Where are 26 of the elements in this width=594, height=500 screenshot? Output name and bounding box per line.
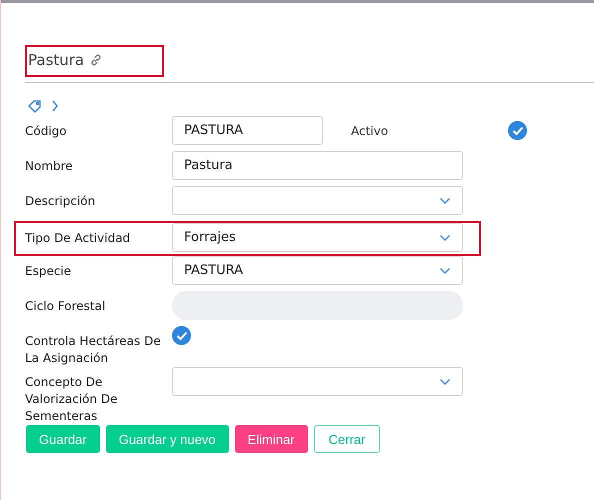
chevron-down-icon [439,378,451,386]
chevron-down-icon [439,266,451,274]
page-title: Pastura [28,51,84,69]
field-label: Controla Hectáreas De La Asignación [25,333,162,367]
field-label: Concepto De Valorización De Sementeras [25,374,119,425]
checkmark-icon [176,330,188,340]
dropdown-field[interactable]: Forrajes [172,223,463,252]
checkmark-icon [512,126,524,136]
field-label: Nombre [25,158,74,175]
text-field[interactable]: Pastura [172,151,463,180]
checkbox[interactable] [508,121,527,140]
field-label: Tipo De Actividad [25,230,132,247]
field-label: Activo [351,124,390,138]
tag-icon[interactable] [27,99,43,113]
chevron-down-icon [439,234,451,242]
field-label: Descripción [25,193,96,210]
chevron-right-icon[interactable] [51,99,59,113]
field-label: Código [25,123,68,140]
field-label: Ciclo Forestal [25,298,106,315]
text-field[interactable]: PASTURA [172,116,323,145]
checkbox[interactable] [172,326,191,345]
dropdown-field[interactable] [172,367,463,396]
field-label: Especie [25,263,72,280]
dropdown-field[interactable]: PASTURA [172,256,463,285]
dropdown-field[interactable] [172,186,463,215]
chevron-down-icon [439,196,451,204]
